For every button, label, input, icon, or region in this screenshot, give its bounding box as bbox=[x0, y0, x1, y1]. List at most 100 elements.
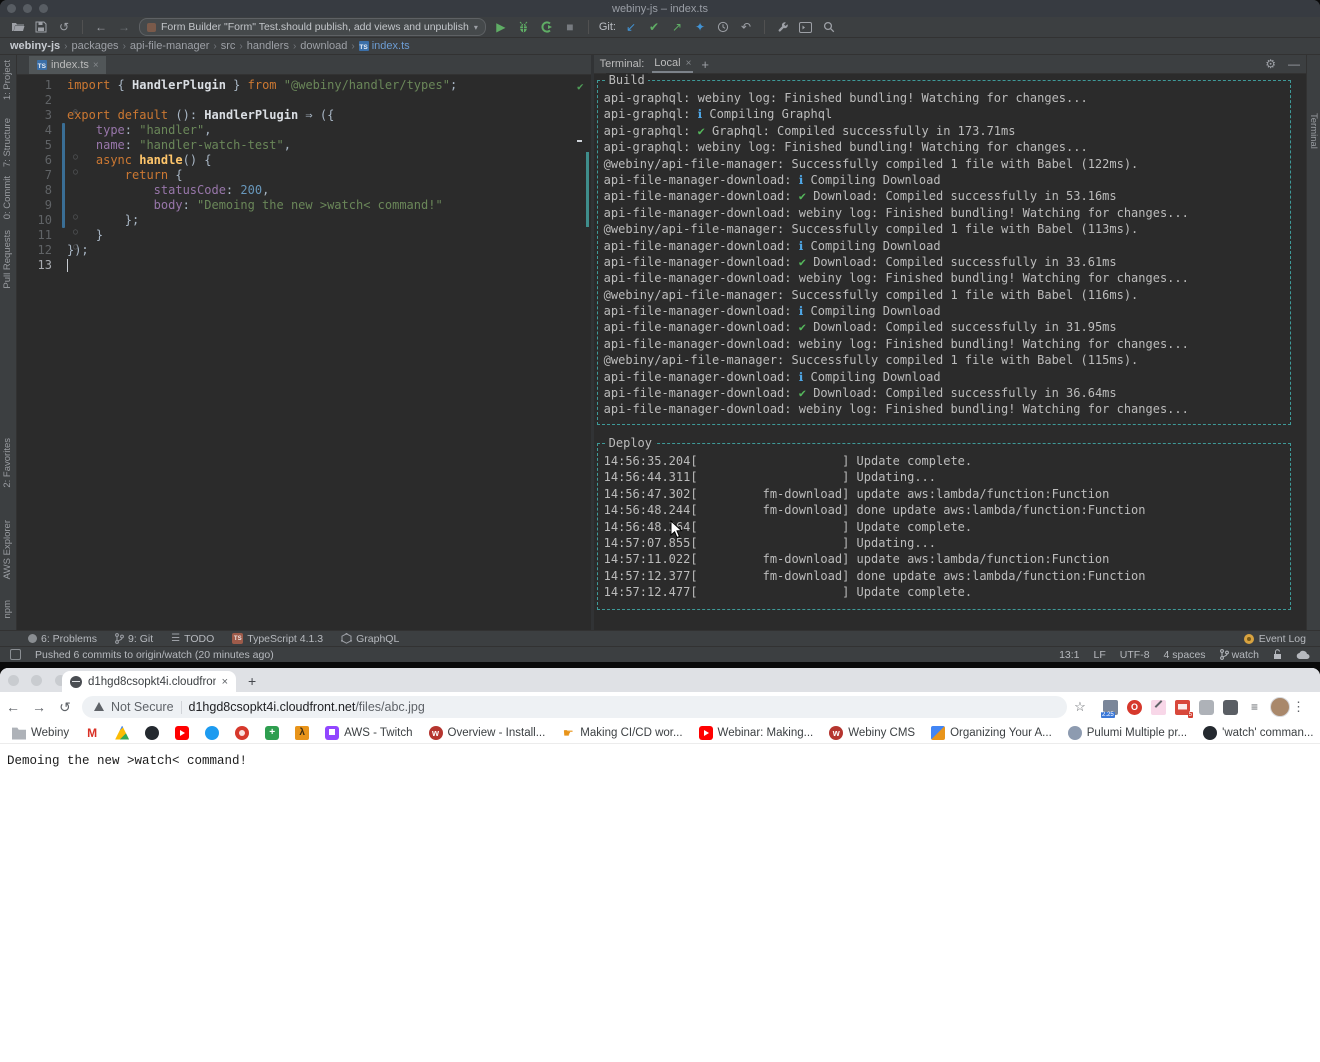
toolwindow-button-problems[interactable]: 6: Problems bbox=[28, 633, 97, 645]
search-everywhere-icon[interactable] bbox=[821, 19, 837, 35]
inspection-ok-icon[interactable]: ✔ bbox=[577, 80, 584, 93]
macos-close-button[interactable] bbox=[8, 675, 19, 686]
breadcrumb-item[interactable]: packages bbox=[71, 40, 118, 52]
toolwindow-npm[interactable]: npm bbox=[2, 600, 13, 618]
bookmark-item[interactable]: Webinar: Making... bbox=[699, 726, 814, 740]
colorpicker-extension-icon[interactable] bbox=[1151, 700, 1166, 715]
bookmark-item[interactable]: wWebiny CMS bbox=[829, 726, 915, 740]
terminal-output[interactable]: Build api-graphql: webiny log: Finished … bbox=[594, 74, 1306, 630]
bookmark-item[interactable]: 'watch' comman... bbox=[1203, 726, 1313, 740]
puzzle-extensions-icon[interactable] bbox=[1223, 700, 1238, 715]
media-list-icon[interactable]: ≡ bbox=[1247, 700, 1262, 715]
rollback-icon[interactable]: ↶ bbox=[738, 19, 754, 35]
cloud-settings-icon[interactable] bbox=[1296, 650, 1310, 660]
toolwindow-commit[interactable]: 0: Commit bbox=[2, 176, 13, 219]
browser-tab[interactable]: d1hgd8csopkt4i.cloudfront.ne × bbox=[62, 671, 236, 692]
bookmark-item[interactable]: ☛Making CI/CD wor... bbox=[561, 726, 682, 740]
bookmark-item[interactable]: AWS - Twitch bbox=[325, 726, 412, 740]
wrench-icon[interactable] bbox=[775, 19, 791, 35]
adblock-extension-icon[interactable]: O bbox=[1127, 700, 1142, 715]
fold-marker[interactable]: ○ bbox=[73, 153, 80, 160]
toolwindow-button-typescript[interactable]: TSTypeScript 4.1.3 bbox=[232, 633, 323, 645]
address-bar[interactable]: Not Secure d1hgd8csopkt4i.cloudfront.net… bbox=[82, 696, 1067, 718]
toolwindow-pullrequests[interactable]: Pull Requests bbox=[2, 230, 13, 289]
toolwindow-button-graphql[interactable]: GraphQL bbox=[341, 633, 399, 645]
bookmark-item[interactable]: M bbox=[85, 726, 99, 740]
debug-button[interactable] bbox=[516, 19, 532, 35]
unlock-icon[interactable] bbox=[1273, 649, 1282, 660]
back-icon[interactable]: ← bbox=[93, 19, 109, 35]
toolwindow-button-git[interactable]: 9: Git bbox=[115, 633, 153, 645]
toolwindow-terminal[interactable]: Terminal bbox=[1308, 113, 1319, 149]
bookmark-item[interactable] bbox=[145, 726, 159, 740]
git-update-icon[interactable]: ↙ bbox=[623, 19, 639, 35]
git-cherrypick-icon[interactable]: ✦ bbox=[692, 19, 708, 35]
reload-icon[interactable]: ↺ bbox=[52, 699, 78, 716]
bookmark-item[interactable]: λ bbox=[295, 726, 309, 740]
menu-icon[interactable]: ⋮ bbox=[1292, 699, 1305, 715]
breadcrumb-item[interactable]: handlers bbox=[247, 40, 289, 52]
macos-minimize-button[interactable] bbox=[31, 675, 42, 686]
bookmark-item[interactable] bbox=[265, 726, 279, 740]
close-icon[interactable]: × bbox=[686, 58, 692, 69]
close-icon[interactable]: × bbox=[93, 60, 99, 71]
code-area[interactable]: import { HandlerPlugin } from "@webiny/h… bbox=[67, 78, 577, 273]
bookmark-item[interactable] bbox=[205, 726, 219, 740]
bookmark-item[interactable]: Webiny bbox=[12, 726, 69, 740]
git-commit-icon[interactable]: ✔ bbox=[646, 19, 662, 35]
fold-marker[interactable]: ○ bbox=[73, 213, 80, 220]
toolwindow-button-todo[interactable]: ☰TODO bbox=[171, 633, 214, 645]
terminal-minimize-icon[interactable]: — bbox=[1288, 57, 1300, 71]
run-configuration-select[interactable]: Form Builder "Form" Test.should publish,… bbox=[139, 18, 486, 36]
save-icon[interactable] bbox=[33, 19, 49, 35]
breadcrumb-item[interactable]: api-file-manager bbox=[130, 40, 209, 52]
run-button[interactable]: ▶ bbox=[493, 19, 509, 35]
toolwindow-structure[interactable]: 7: Structure bbox=[2, 118, 13, 167]
new-terminal-button[interactable]: + bbox=[701, 57, 709, 72]
scrollbar-vcs-mark[interactable] bbox=[586, 152, 589, 227]
breadcrumb-item[interactable]: download bbox=[300, 40, 347, 52]
code-editor[interactable]: 12345678910111213 import { HandlerPlugin… bbox=[17, 74, 591, 630]
gray-extension-icon[interactable] bbox=[1199, 700, 1214, 715]
fold-marker[interactable]: ○ bbox=[73, 168, 80, 175]
breadcrumb-item[interactable]: webiny-js bbox=[10, 40, 60, 52]
toolwindow-awsexplorer[interactable]: AWS Explorer bbox=[2, 520, 13, 579]
file-encoding[interactable]: UTF-8 bbox=[1120, 649, 1150, 661]
indent-setting[interactable]: 4 spaces bbox=[1164, 649, 1206, 661]
breadcrumb-item[interactable]: TSindex.ts bbox=[359, 40, 410, 52]
line-ending[interactable]: LF bbox=[1094, 649, 1106, 661]
fold-marker[interactable]: ○ bbox=[73, 228, 80, 235]
bookmark-item[interactable]: Organizing Your A... bbox=[931, 726, 1052, 740]
stop-button[interactable]: ■ bbox=[562, 19, 578, 35]
toolwindow-project[interactable]: 1: Project bbox=[2, 60, 13, 100]
new-tab-button[interactable]: + bbox=[248, 673, 256, 689]
toolwindow-switcher-icon[interactable] bbox=[10, 649, 21, 660]
event-log-button[interactable]: Event Log bbox=[1244, 633, 1306, 645]
security-label[interactable]: Not Secure bbox=[111, 700, 174, 714]
bookmark-item[interactable]: Pulumi Multiple pr... bbox=[1068, 726, 1187, 740]
history-clock-icon[interactable] bbox=[715, 19, 731, 35]
breadcrumb-item[interactable]: src bbox=[221, 40, 236, 52]
git-push-icon[interactable]: ↗ bbox=[669, 19, 685, 35]
terminal-settings-gear-icon[interactable]: ⚙ bbox=[1265, 57, 1276, 71]
bookmark-item[interactable] bbox=[175, 726, 189, 740]
bookmark-item[interactable]: wOverview - Install... bbox=[429, 726, 546, 740]
run-anything-icon[interactable] bbox=[798, 19, 814, 35]
git-branch-widget[interactable]: watch bbox=[1220, 649, 1259, 661]
bookmark-star-icon[interactable]: ☆ bbox=[1067, 699, 1093, 715]
profile-avatar[interactable] bbox=[1270, 697, 1290, 717]
forward-icon[interactable]: → bbox=[26, 699, 52, 715]
run-with-coverage-button[interactable] bbox=[539, 19, 555, 35]
aws-cost-extension-icon[interactable]: 2.25 bbox=[1103, 700, 1118, 715]
sync-icon[interactable]: ↺ bbox=[56, 19, 72, 35]
bookmark-item[interactable] bbox=[235, 726, 249, 740]
mail-extension-icon[interactable]: 5 bbox=[1175, 700, 1190, 715]
toolwindow-favorites[interactable]: 2: Favorites bbox=[2, 438, 13, 488]
bookmark-item[interactable] bbox=[115, 726, 129, 740]
open-folder-icon[interactable] bbox=[10, 19, 26, 35]
close-icon[interactable]: × bbox=[222, 676, 228, 688]
fold-marker[interactable]: ○ bbox=[73, 243, 80, 250]
caret-position[interactable]: 13:1 bbox=[1059, 649, 1079, 661]
editor-tab-index-ts[interactable]: TS index.ts × bbox=[29, 56, 106, 74]
terminal-tab-local[interactable]: Local × bbox=[652, 55, 693, 73]
